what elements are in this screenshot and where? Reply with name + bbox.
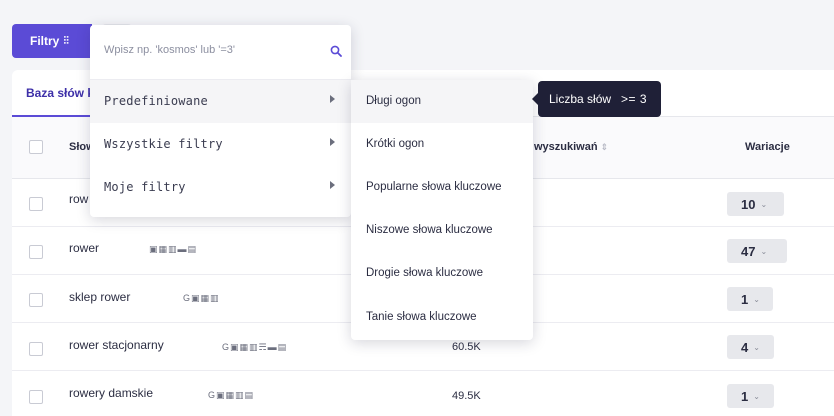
submenu-item-long-tail[interactable]: Długi ogon — [351, 80, 533, 123]
row-checkbox[interactable] — [29, 293, 43, 307]
variations-count: 1 — [741, 291, 749, 307]
variations-count: 10 — [741, 196, 756, 212]
sort-icon: ⇕ — [600, 142, 609, 152]
filter-tooltip: Liczba słów >= 3 — [532, 81, 661, 117]
tooltip-operator: >= 3 — [621, 92, 648, 106]
variations-count: 47 — [741, 243, 756, 259]
serp-features-icons: G▣▦▥ — [183, 293, 220, 303]
submenu-item-short-tail[interactable]: Krótki ogon — [351, 123, 533, 166]
search-icon[interactable] — [330, 45, 342, 57]
row-checkbox[interactable] — [29, 245, 43, 259]
page: Filtry ⫶⫶ Baza słów k Słow wyszukiwań ⇕ W… — [0, 0, 834, 416]
filter-search-input[interactable] — [104, 44, 304, 56]
row-keyword[interactable]: rower — [69, 241, 99, 255]
serp-features-icons: G▣▦▥▤ — [208, 390, 255, 400]
tab-keyword-base[interactable]: Baza słów k — [12, 70, 102, 117]
row-checkbox[interactable] — [29, 197, 43, 211]
menu-item-all-filters[interactable]: Wszystkie filtry — [90, 123, 351, 166]
menu-item-predefined[interactable]: Predefiniowane — [90, 80, 351, 123]
chevron-right-icon — [330, 181, 335, 189]
variations-dropdown[interactable]: 1 ⌄ — [727, 287, 773, 311]
filters-button[interactable]: Filtry ⫶⫶ — [12, 24, 92, 58]
filter-search — [90, 25, 351, 80]
header-searches[interactable]: wyszukiwań ⇕ — [534, 141, 608, 153]
variations-dropdown[interactable]: 1 ⌄ — [727, 384, 774, 408]
row-checkbox[interactable] — [29, 342, 43, 356]
row-keyword[interactable]: rowery damskie — [69, 386, 153, 400]
chevron-down-icon: ⌄ — [760, 199, 768, 209]
menu-item-label: Moje filtry — [104, 180, 186, 194]
chevron-down-icon: ⌄ — [753, 342, 760, 352]
tooltip-label: Liczba słów — [549, 92, 612, 106]
menu-item-label: Predefiniowane — [104, 94, 208, 108]
table-row: rowery damskie G▣▦▥▤ 49.5K 1 ⌄ — [12, 371, 834, 416]
chevron-down-icon: ⌄ — [753, 391, 760, 401]
row-checkbox[interactable] — [29, 390, 43, 404]
predefined-submenu: Długi ogon Krótki ogon Popularne słowa k… — [351, 80, 533, 340]
chevron-right-icon — [330, 138, 335, 146]
serp-features-icons: G▣▦▥☴▬▤ — [222, 342, 288, 352]
chevron-down-icon: ⌄ — [760, 246, 768, 256]
menu-item-label: Wszystkie filtry — [104, 137, 223, 151]
serp-features-icons: ▣▦▥▬▤ — [149, 244, 198, 254]
filter-dropdown: Predefiniowane Wszystkie filtry Moje fil… — [90, 25, 351, 217]
filters-label: Filtry — [30, 34, 60, 48]
header-variations[interactable]: Wariacje — [745, 141, 790, 153]
menu-item-my-filters[interactable]: Moje filtry — [90, 166, 351, 209]
search-volume: 60.5K — [452, 341, 481, 353]
chevron-right-icon — [330, 95, 335, 103]
chevron-down-icon: ⌄ — [753, 294, 760, 304]
search-volume: 49.5K — [452, 390, 481, 402]
variations-count: 1 — [741, 388, 749, 404]
sliders-icon: ⫶⫶ — [63, 34, 69, 47]
row-keyword[interactable]: sklep rower — [69, 290, 130, 304]
submenu-item-popular-keywords[interactable]: Popularne słowa kluczowe — [351, 166, 533, 209]
variations-dropdown[interactable]: 10 ⌄ — [727, 192, 784, 216]
header-searches-label: wyszukiwań — [534, 141, 598, 153]
row-keyword[interactable]: row — [69, 192, 88, 206]
submenu-item-expensive-keywords[interactable]: Drogie słowa kluczowe — [351, 252, 533, 295]
row-keyword[interactable]: rower stacjonarny — [69, 338, 164, 352]
submenu-item-niche-keywords[interactable]: Niszowe słowa kluczowe — [351, 209, 533, 252]
variations-dropdown[interactable]: 4 ⌄ — [727, 335, 774, 359]
variations-dropdown[interactable]: 47 ⌄ — [727, 239, 787, 263]
select-all-checkbox[interactable] — [29, 140, 43, 154]
variations-count: 4 — [741, 339, 749, 355]
submenu-item-cheap-keywords[interactable]: Tanie słowa kluczowe — [351, 296, 533, 339]
